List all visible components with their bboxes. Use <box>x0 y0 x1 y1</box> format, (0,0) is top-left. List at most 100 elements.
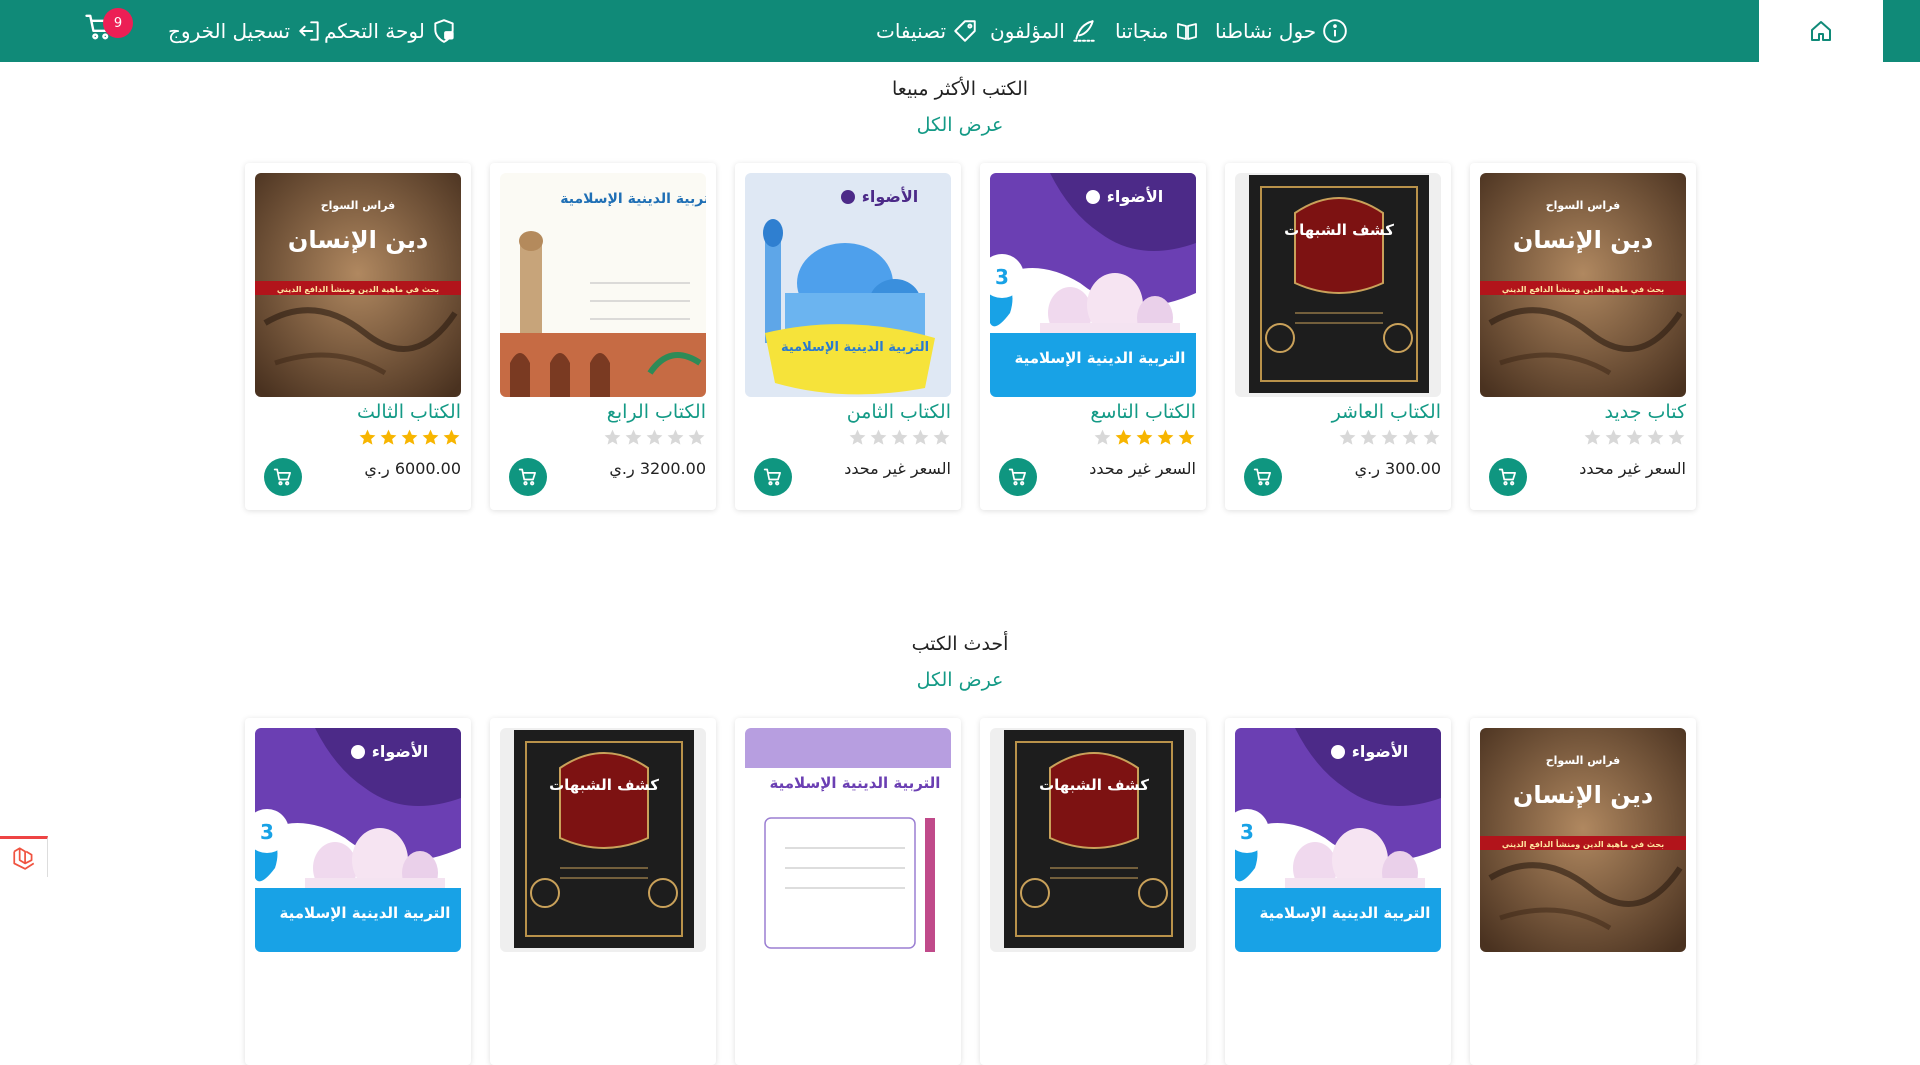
svg-text:كشف الشبهات: كشف الشبهات <box>1284 221 1394 239</box>
quill-icon <box>1073 20 1095 42</box>
book-card[interactable]: فراس السواح دين الإنسان بحث في ماهية الد… <box>1470 718 1696 1065</box>
star-icon <box>359 429 376 445</box>
home-icon <box>1811 21 1831 41</box>
star-icon <box>1339 429 1356 445</box>
newest-title: أحدث الكتب <box>911 633 1009 655</box>
svg-text:دين الإنسان: دين الإنسان <box>1513 781 1653 809</box>
nav-categories[interactable]: تصنيفات <box>876 0 978 62</box>
star-icon <box>933 429 950 445</box>
svg-text:دين الإنسان: دين الإنسان <box>288 226 428 254</box>
book-cover-image[interactable]: كشف الشبهات <box>1235 173 1441 397</box>
svg-text:التربية الدينية الإسلامية: التربية الدينية الإسلامية <box>280 904 451 922</box>
star-icon <box>1178 429 1195 445</box>
star-icon <box>604 429 621 445</box>
book-title[interactable]: الكتاب الثالث <box>357 401 461 423</box>
book-cover-image[interactable]: كشف الشبهات <box>500 728 706 952</box>
add-to-cart-button[interactable] <box>754 458 792 496</box>
svg-text:الأضواء: الأضواء <box>862 187 919 206</box>
book-card[interactable]: الأضواء 3 التربية الدينية الإسلامية الكت… <box>980 163 1206 510</box>
book-cover-image[interactable]: الأضواء 3 التربية الدينية الإسلامية <box>1235 728 1441 952</box>
svg-text:فراس السواح: فراس السواح <box>1546 199 1621 212</box>
book-title[interactable]: الكتاب الرابع <box>607 401 706 423</box>
nav-logout[interactable]: تسجيل الخروج <box>168 0 322 62</box>
nav-products[interactable]: منجاتنا <box>1115 0 1200 62</box>
svg-text:الأضواء: الأضواء <box>1107 187 1164 206</box>
book-cover-image[interactable]: الأضواء 3 التربية الدينية الإسلامية <box>990 173 1196 397</box>
book-card[interactable]: فراس السواح دين الإنسان بحث في ماهية الد… <box>1470 163 1696 510</box>
book-cover-image[interactable]: فراس السواح دين الإنسان بحث في ماهية الد… <box>255 173 461 397</box>
book-cover-image[interactable]: الأضواء التربية الدينية الإسلامية <box>745 173 951 397</box>
book-cover-image[interactable]: الأضواء 3 التربية الدينية الإسلامية <box>255 728 461 952</box>
add-to-cart-button[interactable] <box>509 458 547 496</box>
book-cover-image[interactable]: التربية الدينية الإسلامية <box>500 173 706 397</box>
svg-text:دين الإنسان: دين الإنسان <box>1513 226 1653 254</box>
add-to-cart-button[interactable] <box>264 458 302 496</box>
rating-stars <box>358 428 461 447</box>
svg-text:بحث في ماهية الدين ومنشأ الداف: بحث في ماهية الدين ومنشأ الدافع الديني <box>277 284 439 294</box>
add-to-cart-button[interactable] <box>999 458 1037 496</box>
book-card[interactable]: التربية الدينية الإسلامية الكتاب الرابع 3… <box>490 163 716 510</box>
book-cover-image[interactable]: التربية الدينية الإسلامية <box>745 728 951 952</box>
book-card[interactable]: الأضواء 3 التربية الدينية الإسلامية <box>245 718 471 1065</box>
best-sellers-title: الكتب الأكثر مبيعا <box>891 78 1028 100</box>
book-title[interactable]: الكتاب الثامن <box>847 401 951 423</box>
book-card[interactable]: كشف الشبهات <box>980 718 1206 1065</box>
nav-categories-label: تصنيفات <box>876 19 947 43</box>
book-card[interactable]: التربية الدينية الإسلامية <box>735 718 961 1065</box>
book-cover-image[interactable]: كشف الشبهات <box>990 728 1196 952</box>
svg-text:3: 3 <box>1240 820 1254 844</box>
svg-text:التربية الدينية الإسلامية: التربية الدينية الإسلامية <box>1015 349 1186 367</box>
svg-text:بحث في ماهية الدين ومنشأ الداف: بحث في ماهية الدين ومنشأ الدافع الديني <box>1502 839 1664 849</box>
cart-icon <box>518 468 536 486</box>
rating-stars <box>848 428 951 447</box>
star-icon <box>912 429 929 445</box>
add-to-cart-button[interactable] <box>1489 458 1527 496</box>
logout-icon <box>299 21 319 41</box>
book-cover-image[interactable]: فراس السواح دين الإنسان بحث في ماهية الد… <box>1480 728 1686 952</box>
best-sellers-view-all[interactable]: عرض الكل <box>0 114 1920 136</box>
book-price: 300.00 ر.ي <box>1354 459 1441 478</box>
svg-text:3: 3 <box>260 820 274 844</box>
star-icon <box>1647 429 1664 445</box>
star-icon <box>849 429 866 445</box>
add-to-cart-button[interactable] <box>1244 458 1282 496</box>
home-link[interactable] <box>1759 0 1883 62</box>
nav-authors[interactable]: المؤلفون <box>990 0 1097 62</box>
svg-text:الأضواء: الأضواء <box>1352 742 1409 761</box>
cart-icon <box>1008 468 1026 486</box>
star-icon <box>1157 429 1174 445</box>
cart-icon <box>273 468 291 486</box>
svg-text:فراس السواح: فراس السواح <box>321 199 396 212</box>
book-open-icon <box>1177 23 1198 40</box>
star-icon <box>1402 429 1419 445</box>
cart-count-badge: 9 <box>103 8 133 38</box>
book-card[interactable]: فراس السواح دين الإنسان بحث في ماهية الد… <box>245 163 471 510</box>
book-title[interactable]: كتاب جديد <box>1605 401 1686 423</box>
star-icon <box>646 429 663 445</box>
book-card[interactable]: الأضواء التربية الدينية الإسلامية الكتاب… <box>735 163 961 510</box>
book-card[interactable]: الأضواء 3 التربية الدينية الإسلامية <box>1225 718 1451 1065</box>
star-icon <box>688 429 705 445</box>
rating-stars <box>603 428 706 447</box>
svg-text:التربية الدينية الإسلامية: التربية الدينية الإسلامية <box>781 340 929 355</box>
star-icon <box>1605 429 1622 445</box>
nav-dashboard[interactable]: لوحة التحكم <box>324 0 457 62</box>
nav-about[interactable]: حول نشاطنا <box>1215 0 1348 62</box>
book-price: السعر غير محدد <box>1089 459 1196 478</box>
star-icon <box>1668 429 1685 445</box>
book-card[interactable]: كشف الشبهات <box>490 718 716 1065</box>
star-icon <box>1626 429 1643 445</box>
framework-logo-badge[interactable] <box>0 836 48 877</box>
nav-authors-label: المؤلفون <box>990 19 1065 43</box>
svg-text:كشف الشبهات: كشف الشبهات <box>1039 776 1149 794</box>
svg-text:الأضواء: الأضواء <box>372 742 429 761</box>
nav-products-label: منجاتنا <box>1115 19 1169 43</box>
book-cover-image[interactable]: فراس السواح دين الإنسان بحث في ماهية الد… <box>1480 173 1686 397</box>
logo-icon <box>12 847 34 870</box>
book-card[interactable]: كشف الشبهات الكتاب العاشر 300.00 ر.ي <box>1225 163 1451 510</box>
book-title[interactable]: الكتاب العاشر <box>1332 401 1441 423</box>
star-icon <box>625 429 642 445</box>
newest-view-all[interactable]: عرض الكل <box>0 669 1920 691</box>
star-icon <box>1136 429 1153 445</box>
book-title[interactable]: الكتاب التاسع <box>1090 401 1196 423</box>
